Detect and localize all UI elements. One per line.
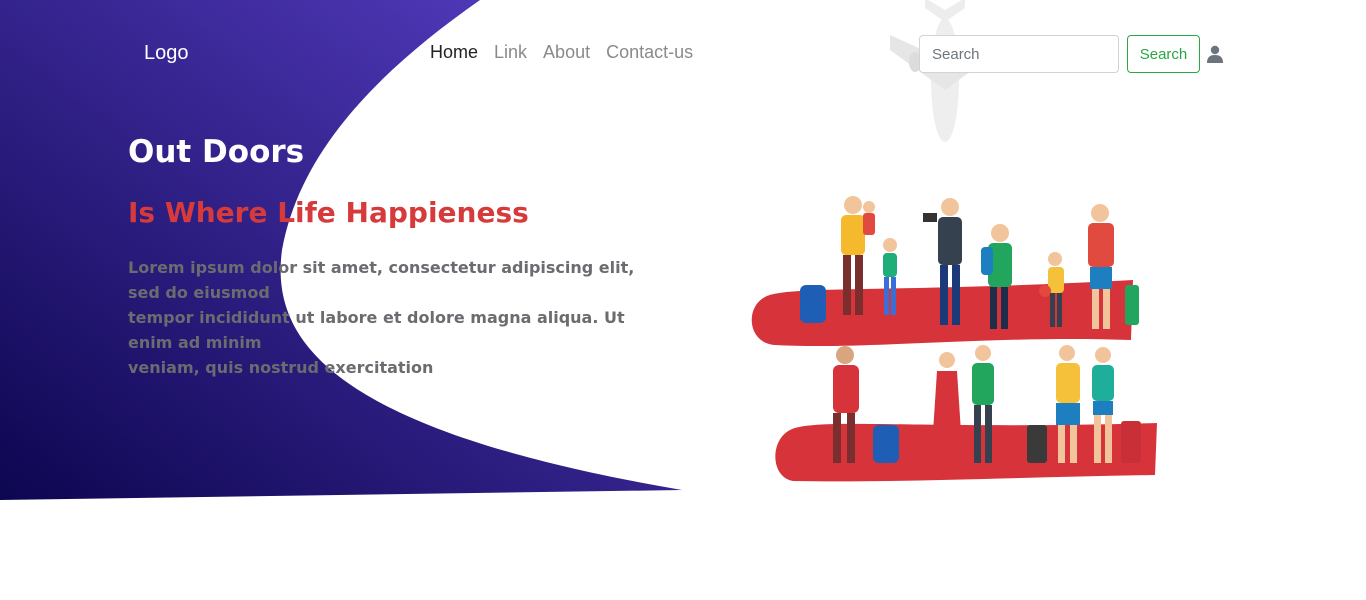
traveler-group-lower	[833, 345, 1141, 463]
nav-link-link[interactable]: Link	[494, 42, 527, 63]
logo[interactable]: Logo	[144, 42, 189, 65]
navbar: Logo Home Link About Contact-us Search	[0, 0, 1366, 110]
nav-link-home[interactable]: Home	[430, 42, 478, 63]
travelers-illustration	[751, 196, 1157, 482]
hero-subtitle: Is Where Life Happieness	[128, 196, 529, 229]
hero-paragraph: Lorem ipsum dolor sit amet, consectetur …	[128, 255, 648, 380]
hero-paragraph-line: Lorem ipsum dolor sit amet, consectetur …	[128, 258, 635, 302]
search-button[interactable]: Search	[1127, 35, 1200, 73]
hero-title: Out Doors	[128, 134, 305, 170]
hero-paragraph-line: tempor incididunt ut labore et dolore ma…	[128, 308, 625, 352]
hero-section: Out Doors Is Where Life Happieness Lorem…	[128, 130, 648, 380]
nav-link-contact-us[interactable]: Contact-us	[606, 42, 693, 63]
nav-links: Home Link About Contact-us	[430, 42, 693, 63]
nav-link-about[interactable]: About	[543, 42, 590, 63]
search-input[interactable]	[919, 35, 1119, 73]
hero-paragraph-line: veniam, quis nostrud exercitation	[128, 358, 434, 377]
user-icon[interactable]	[1207, 45, 1223, 63]
